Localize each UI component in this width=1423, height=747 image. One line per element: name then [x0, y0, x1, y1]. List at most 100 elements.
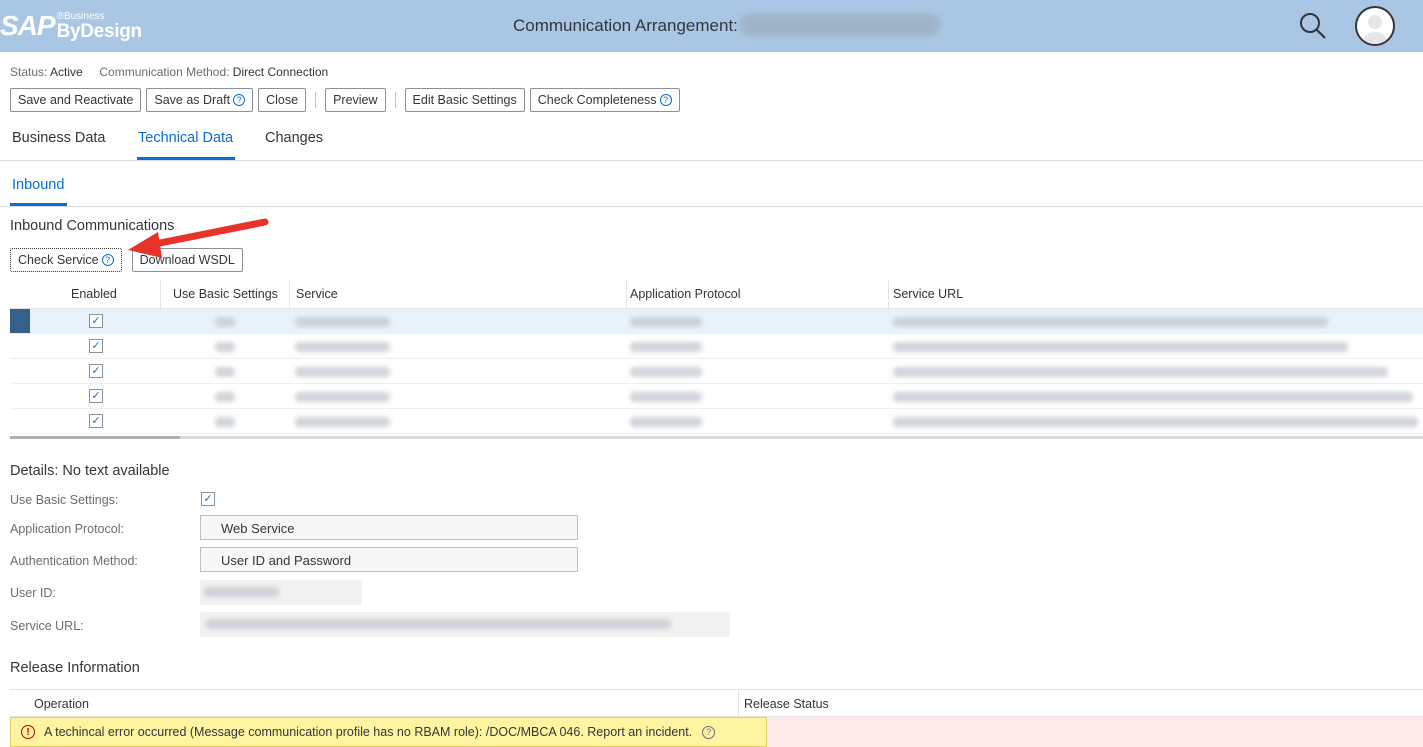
method-label: Communication Method:: [99, 65, 230, 79]
column-header-release-status[interactable]: Release Status: [744, 697, 829, 711]
status-value: Active: [50, 65, 83, 79]
column-divider: [888, 279, 889, 309]
help-icon: ?: [101, 254, 114, 266]
help-icon: ?: [659, 94, 672, 106]
row-selector[interactable]: [10, 309, 30, 333]
table-row[interactable]: ✓: [10, 359, 1423, 384]
active-subtab-indicator: [10, 203, 67, 206]
redacted-value: [206, 619, 671, 629]
application-protocol-field[interactable]: Web Service: [200, 515, 578, 540]
save-and-reactivate-button[interactable]: Save and Reactivate: [10, 88, 142, 112]
redacted-cell: [295, 417, 390, 427]
user-id-label: User ID:: [10, 586, 56, 600]
error-row: ! A techincal error occurred (Message co…: [10, 717, 1423, 747]
close-button[interactable]: Close: [258, 88, 307, 112]
logo-bydesign-text: ByDesign: [56, 20, 143, 42]
toolbar: Save and Reactivate Save as Draft ? Clos…: [10, 87, 685, 113]
save-as-draft-label: Save as Draft: [154, 93, 231, 107]
annotation-arrow-icon: [128, 218, 269, 258]
tab-technical-data[interactable]: Technical Data: [138, 130, 233, 146]
table-row[interactable]: ✓: [10, 384, 1423, 409]
column-header-operation[interactable]: Operation: [34, 697, 89, 711]
error-text: A techincal error occurred (Message comm…: [44, 725, 693, 739]
page-title: Communication Arrangement:: [513, 16, 738, 35]
redacted-cell: [893, 342, 1348, 352]
redacted-cell: [893, 417, 1418, 427]
sap-bydesign-logo[interactable]: SAP ®Business ByDesign: [0, 8, 142, 44]
redacted-cell: [215, 392, 235, 402]
check-completeness-button[interactable]: Check Completeness ?: [529, 88, 680, 112]
column-header-service-url[interactable]: Service URL: [893, 287, 963, 301]
redacted-cell: [215, 417, 235, 427]
check-service-label: Check Service: [18, 253, 99, 267]
error-message: ! A techincal error occurred (Message co…: [10, 717, 767, 747]
service-url-label: Service URL:: [10, 619, 84, 633]
column-header-service[interactable]: Service: [296, 287, 338, 301]
column-header-enabled[interactable]: Enabled: [71, 287, 117, 301]
table-scroll-track[interactable]: [10, 436, 1423, 439]
redacted-cell: [893, 317, 1328, 327]
status-line: Status: Active Communication Method: Dir…: [10, 65, 328, 79]
active-tab-indicator: [137, 157, 235, 160]
redacted-cell: [215, 367, 235, 377]
tab-changes[interactable]: Changes: [265, 130, 323, 146]
redacted-cell: [295, 392, 390, 402]
redacted-cell: [215, 342, 235, 352]
authentication-method-label: Authentication Method:: [10, 554, 138, 568]
service-url-field[interactable]: [200, 612, 730, 637]
column-divider: [160, 279, 161, 309]
redacted-cell: [295, 342, 390, 352]
release-section-title: Release Information: [10, 660, 140, 676]
column-divider: [626, 279, 627, 309]
tab-business-data[interactable]: Business Data: [12, 130, 106, 146]
redacted-cell: [215, 317, 235, 327]
toolbar-separator: [315, 92, 317, 108]
method-value: Direct Connection: [232, 65, 329, 79]
table-scroll-thumb[interactable]: [10, 436, 180, 439]
column-header-application-protocol[interactable]: Application Protocol: [630, 287, 740, 301]
redacted-cell: [630, 317, 702, 327]
redacted-cell: [295, 367, 390, 377]
tab-bar: Business Data Technical Data Changes: [0, 120, 1423, 161]
application-protocol-label: Application Protocol:: [10, 522, 124, 536]
redacted-cell: [295, 317, 390, 327]
help-icon[interactable]: ?: [702, 725, 716, 739]
logo-sub: ®Business ByDesign: [56, 10, 143, 42]
status-label: Status:: [10, 65, 48, 79]
column-header-use-basic-settings[interactable]: Use Basic Settings: [173, 287, 278, 301]
enabled-checkbox[interactable]: ✓: [89, 389, 103, 403]
preview-button[interactable]: Preview: [325, 88, 386, 112]
redacted-cell: [893, 392, 1413, 402]
table-row[interactable]: ✓: [10, 409, 1423, 434]
details-title: Details: No text available: [10, 463, 170, 479]
shell-header: SAP ®Business ByDesign Communication Arr…: [0, 0, 1423, 52]
authentication-method-field[interactable]: User ID and Password: [200, 547, 578, 572]
logo-sap-text: SAP: [0, 10, 56, 41]
user-avatar-icon[interactable]: [1355, 6, 1395, 46]
edit-basic-settings-button[interactable]: Edit Basic Settings: [404, 88, 525, 112]
table-row[interactable]: ✓: [10, 309, 1423, 334]
subtab-bar: Inbound: [0, 161, 1423, 207]
logo-business-text: ®Business: [56, 10, 105, 22]
release-table-header: Operation Release Status: [10, 689, 1423, 718]
check-completeness-label: Check Completeness: [537, 93, 657, 107]
search-icon[interactable]: [1297, 10, 1329, 42]
enabled-checkbox[interactable]: ✓: [89, 364, 103, 378]
use-basic-settings-checkbox[interactable]: ✓: [201, 492, 215, 506]
redacted-cell: [630, 392, 702, 402]
use-basic-settings-label: Use Basic Settings:: [10, 493, 119, 507]
enabled-checkbox[interactable]: ✓: [89, 314, 103, 328]
redacted-cell: [630, 367, 702, 377]
column-divider: [289, 279, 290, 309]
toolbar-separator: [394, 92, 396, 108]
save-as-draft-button[interactable]: Save as Draft ?: [146, 88, 254, 112]
table-row[interactable]: ✓: [10, 334, 1423, 359]
tab-inbound[interactable]: Inbound: [12, 177, 64, 193]
inbound-table-header: Enabled Use Basic Settings Service Appli…: [10, 279, 1423, 309]
enabled-checkbox[interactable]: ✓: [89, 414, 103, 428]
enabled-checkbox[interactable]: ✓: [89, 339, 103, 353]
inbound-table: Enabled Use Basic Settings Service Appli…: [10, 279, 1423, 434]
check-service-button[interactable]: Check Service ?: [10, 248, 122, 272]
redacted-cell: [893, 367, 1388, 377]
user-id-field[interactable]: [200, 580, 362, 605]
